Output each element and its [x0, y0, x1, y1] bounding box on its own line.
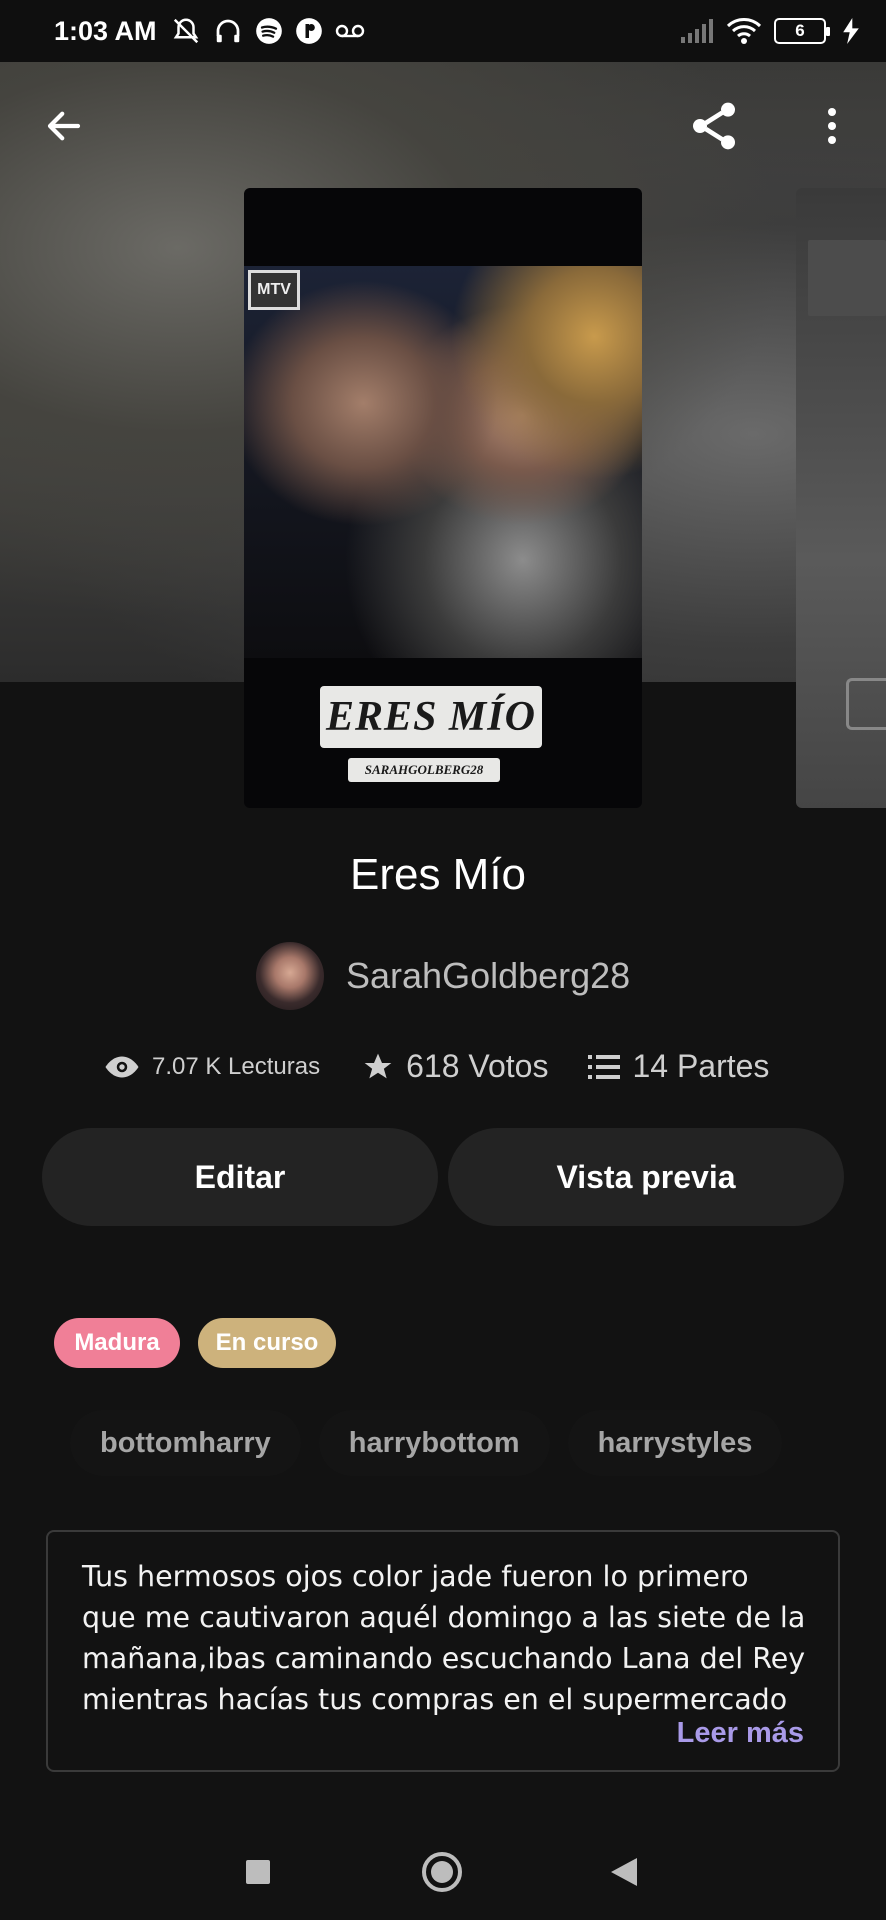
voicemail-icon	[335, 21, 365, 41]
next-cover-card	[808, 240, 886, 316]
parts-count: 14 Partes	[632, 1048, 770, 1084]
status-icons-left	[171, 16, 365, 46]
reads-count: 7.07 K Lecturas	[152, 1052, 321, 1080]
battery-icon: 6	[774, 18, 830, 44]
story-stats: 7.07 K Lecturas 618 Votos 14 Partes	[104, 1048, 769, 1085]
cover-photo	[244, 266, 642, 658]
status-icons-right: 6	[680, 17, 860, 45]
star-icon	[364, 1053, 392, 1078]
votes-stat: 618 Votos	[362, 1048, 548, 1085]
more-options-button[interactable]	[808, 98, 856, 154]
cover-title: ERES MÍO	[320, 686, 542, 748]
ongoing-badge: En curso	[198, 1318, 336, 1368]
wifi-icon	[726, 17, 762, 45]
share-button[interactable]	[684, 96, 744, 156]
tag-chip[interactable]: bottomharry	[70, 1410, 301, 1476]
description-text: Tus hermosos ojos color jade fueron lo p…	[82, 1560, 806, 1716]
recent-apps-button[interactable]	[232, 1846, 284, 1898]
back-button[interactable]	[38, 100, 90, 152]
tag-chip[interactable]: harrystyles	[567, 1410, 783, 1476]
signal-icon	[680, 19, 714, 43]
mute-icon	[171, 16, 201, 46]
author-link[interactable]: SarahGoldberg28	[256, 942, 630, 1010]
more-vertical-icon	[828, 108, 836, 144]
triangle-back-icon	[611, 1858, 637, 1886]
charging-icon	[842, 18, 860, 44]
edit-button[interactable]: Editar	[42, 1128, 438, 1226]
circle-icon	[422, 1852, 462, 1892]
status-time: 1:03 AM	[54, 15, 157, 46]
status-bar: 1:03 AM 6	[0, 0, 886, 62]
preview-button[interactable]: Vista previa	[448, 1128, 844, 1226]
app-icon	[295, 17, 323, 45]
parts-stat: 14 Partes	[588, 1048, 769, 1085]
system-nav-bar	[0, 1820, 886, 1920]
square-icon	[246, 1860, 270, 1884]
avatar	[256, 942, 324, 1010]
headphones-icon	[213, 16, 243, 46]
story-cover[interactable]: MTV ERES MÍO SARAHGOLBERG28	[244, 188, 642, 808]
story-description: Tus hermosos ojos color jade fueron lo p…	[46, 1530, 840, 1772]
nav-back-button[interactable]	[598, 1846, 650, 1898]
tag-chip[interactable]: harrybottom	[318, 1410, 550, 1476]
cover-author: SARAHGOLBERG28	[348, 758, 500, 782]
story-title: Eres Mío	[349, 850, 527, 899]
tag-list: bottomharry harrybottom harrystyles	[70, 1410, 783, 1476]
votes-count: 618 Votos	[406, 1048, 549, 1084]
next-story-cover[interactable]	[796, 188, 886, 808]
next-cover-label	[846, 678, 886, 730]
cover-logo: MTV	[248, 270, 300, 310]
author-name: SarahGoldberg28	[346, 955, 631, 996]
battery-level: 6	[795, 21, 805, 40]
spotify-icon	[255, 17, 283, 45]
share-icon	[693, 102, 735, 150]
home-button[interactable]	[414, 1844, 470, 1900]
arrow-left-icon	[47, 111, 81, 141]
eye-icon	[105, 1056, 139, 1077]
mature-badge: Madura	[54, 1318, 180, 1368]
read-more-link[interactable]: Leer más	[677, 1717, 804, 1750]
list-icon	[588, 1054, 621, 1079]
reads-stat: 7.07 K Lecturas	[104, 1053, 320, 1081]
